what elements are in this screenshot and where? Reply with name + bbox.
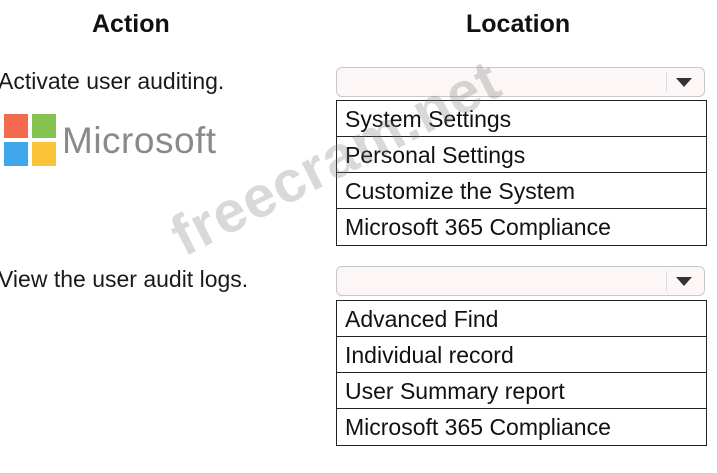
dropdown-option[interactable]: Customize the System [337,173,706,209]
logo-red-square [4,114,28,138]
action-label-2: View the user audit logs. [0,266,249,292]
logo-wordmark: Microsoft [62,120,217,161]
dropdown-option[interactable]: User Summary report [337,373,706,409]
logo-blue-square [4,142,28,166]
location-dropdown-2[interactable] [336,266,705,296]
location-column-header: Location [466,10,571,38]
action-column-header: Action [92,10,170,38]
action-label-1: Activate user auditing. [0,68,225,94]
dropdown-option[interactable]: Personal Settings [337,137,706,173]
chevron-down-icon[interactable] [666,72,700,92]
logo-green-square [32,114,56,138]
dropdown-option[interactable]: System Settings [337,101,706,137]
dropdown-option[interactable]: Microsoft 365 Compliance [337,209,706,245]
location-dropdown-1[interactable] [336,67,705,97]
dropdown-options-2: Advanced Find Individual record User Sum… [336,300,707,446]
chevron-down-icon[interactable] [666,271,700,291]
dropdown-option[interactable]: Advanced Find [337,301,706,337]
dropdown-option[interactable]: Individual record [337,337,706,373]
dropdown-option[interactable]: Microsoft 365 Compliance [337,409,706,445]
dropdown-options-1: System Settings Personal Settings Custom… [336,100,707,246]
logo-yellow-square [32,142,56,166]
